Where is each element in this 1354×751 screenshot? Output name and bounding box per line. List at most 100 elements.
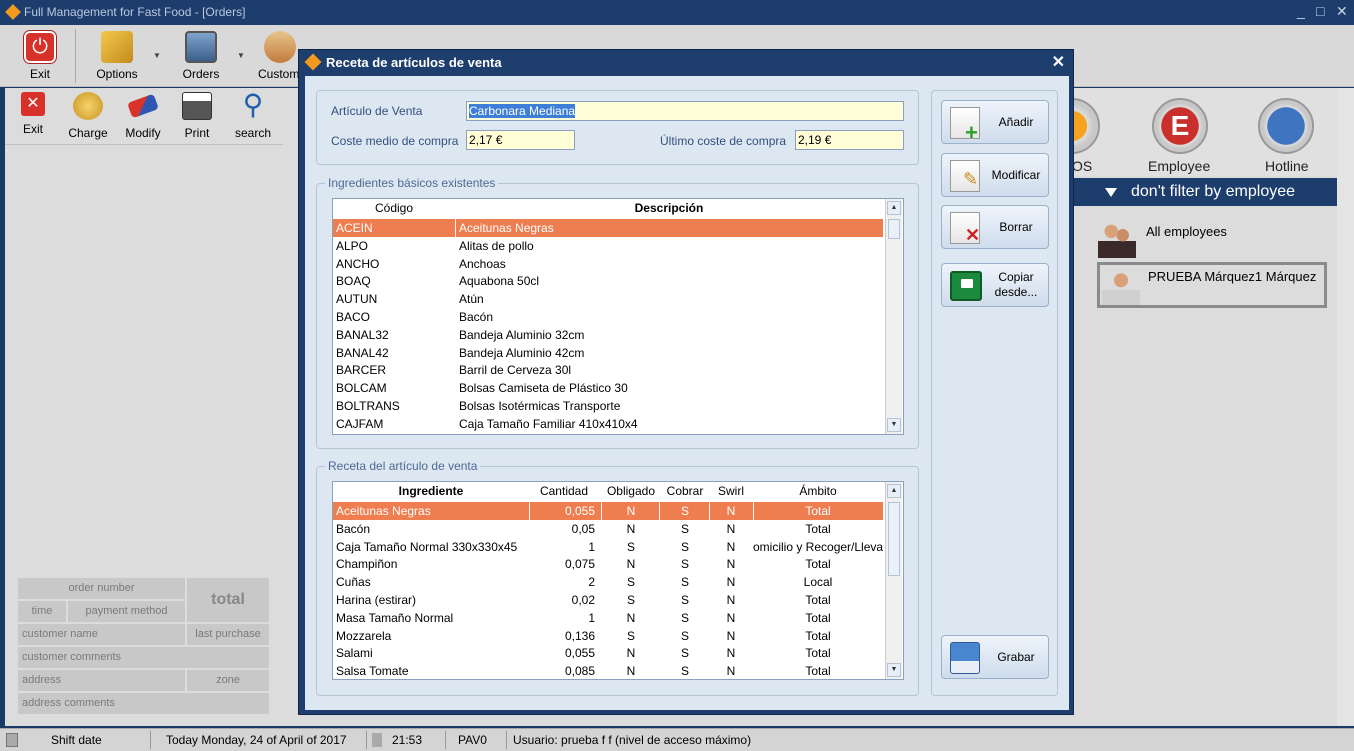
receta-row[interactable]: Salsa Tomate 0,085 N S N Total (333, 662, 883, 679)
ingrediente-row[interactable]: BANAL42 Bandeja Aluminio 42cm (333, 344, 883, 362)
col-ingrediente[interactable]: Ingrediente (333, 484, 529, 498)
exit-label: Exit (29, 67, 50, 81)
print-button[interactable]: Print (179, 92, 215, 140)
dialog-title: Receta de artículos de venta (326, 55, 502, 70)
employee-panel: OS E Employee Hotline don't filter by em… (1044, 88, 1337, 726)
dialog-close-icon[interactable]: ✕ (1052, 52, 1065, 72)
right-scrollbar[interactable] (1337, 88, 1354, 726)
receta-ambito: Local (803, 575, 833, 590)
hotline-icon[interactable] (1258, 98, 1314, 154)
options-button[interactable]: Options (94, 31, 140, 81)
col-descripcion[interactable]: Descripción (455, 201, 883, 215)
ingrediente-codigo: BACO (336, 310, 371, 324)
ingrediente-descripcion: Bandeja Aluminio 32cm (459, 327, 585, 342)
coste-medio-input[interactable]: 2,17 € (466, 130, 575, 150)
ingrediente-row[interactable]: BOLCAM Bolsas Camiseta de Plástico 30 (333, 379, 883, 397)
receta-row[interactable]: Bacón 0,05 N S N Total (333, 520, 883, 538)
receta-row[interactable]: Salami 0,055 N S N Total (333, 644, 883, 662)
coste-medio-label: Coste medio de compra (331, 134, 459, 148)
ingredientes-scrollbar[interactable]: ▲ ▼ (885, 199, 902, 434)
receta-ingrediente: Cuñas (336, 575, 371, 590)
col-swirl[interactable]: Swirl (709, 484, 753, 498)
modificar-button[interactable]: ✎ Modificar (941, 153, 1049, 197)
modify-button[interactable]: Modify (123, 92, 163, 140)
dialog-titlebar: Receta de artículos de venta ✕ (299, 50, 1073, 76)
scroll-down-icon[interactable]: ▼ (887, 663, 901, 677)
chevron-down-icon (1105, 188, 1117, 197)
scroll-thumb[interactable] (888, 502, 900, 576)
copiar-button[interactable]: Copiar desde... (941, 263, 1049, 307)
receta-ambito: Total (805, 610, 831, 625)
orders-button[interactable]: Orders (180, 31, 222, 81)
ingrediente-row[interactable]: BOLTRANS Bolsas Isotérmicas Transporte (333, 397, 883, 415)
maximize-icon[interactable]: □ (1316, 3, 1324, 19)
employee-filter-dropdown[interactable]: don't filter by employee (1070, 178, 1337, 206)
receta-obligado: N (626, 504, 636, 518)
receta-obligado: N (626, 664, 636, 679)
receta-scrollbar[interactable]: ▲ ▼ (885, 482, 902, 679)
ingrediente-row[interactable]: AUTUN Atún (333, 290, 883, 308)
receta-row[interactable]: Cuñas 2 S S N Local (333, 573, 883, 591)
receta-row[interactable]: Aceitunas Negras 0,055 N S N Total (333, 502, 883, 520)
grabar-button[interactable]: Grabar (941, 635, 1049, 679)
receta-ingrediente: Aceitunas Negras (336, 504, 431, 518)
receta-cobrar: S (680, 593, 689, 607)
receta-obligado: S (626, 539, 635, 554)
sidebar-toolbar: ✕ Exit Charge Modify Print ⚲ search (5, 88, 283, 144)
receta-row[interactable]: Champiñon 0,075 N S N Total (333, 555, 883, 573)
col-ambito[interactable]: Ámbito (753, 484, 883, 498)
ingrediente-codigo: BOLCAM (336, 381, 387, 396)
monitor-icon (185, 31, 217, 63)
articulo-input[interactable]: Carbonara Mediana (466, 101, 904, 121)
receta-obligado: N (626, 610, 636, 625)
employee-item-all[interactable]: All employees (1098, 220, 1298, 260)
receta-row[interactable]: Caja Tamaño Normal 330x330x45 1 S S Nomicili… (333, 538, 883, 556)
orders-dropdown-icon[interactable]: ▼ (237, 51, 245, 60)
scroll-down-icon[interactable]: ▼ (887, 418, 901, 432)
address-cell: address (18, 670, 185, 691)
col-codigo[interactable]: Código (333, 201, 455, 215)
scroll-up-icon[interactable]: ▲ (887, 201, 901, 215)
anadir-button[interactable]: + Añadir (941, 100, 1049, 145)
employee-item-selected[interactable]: PRUEBA Márquez1 Márquez (1097, 262, 1327, 308)
search-button[interactable]: ⚲ search (233, 89, 273, 141)
ultimo-coste-input[interactable]: 2,19 € (795, 130, 904, 150)
exit-button[interactable]: ⏻ Exit (20, 31, 60, 81)
ingrediente-row[interactable]: ACEIN Aceitunas Negras (333, 219, 883, 237)
col-obligado[interactable]: Obligado (603, 484, 659, 498)
sidebar-exit-button[interactable]: ✕ Exit (15, 92, 51, 136)
col-cantidad[interactable]: Cantidad (529, 484, 599, 498)
group-avatar-icon (1098, 220, 1136, 258)
borrar-button[interactable]: ✕ Borrar (941, 205, 1049, 249)
ingrediente-row[interactable]: BARCER Barril de Cerveza 30l (333, 361, 883, 379)
ingrediente-descripcion: Alitas de pollo (459, 238, 534, 253)
ingrediente-row[interactable]: ANCHO Anchoas (333, 255, 883, 273)
coins-icon (73, 92, 103, 120)
ingrediente-row[interactable]: BANAL32 Bandeja Aluminio 32cm (333, 326, 883, 344)
receta-cantidad: 1 (588, 610, 595, 625)
charge-button[interactable]: Charge (67, 92, 109, 140)
employee-icon[interactable]: E (1152, 98, 1208, 154)
ingrediente-row[interactable]: CAJFAM Caja Tamaño Familiar 410x410x4 (333, 415, 883, 433)
search-icon: ⚲ (242, 89, 264, 120)
col-cobrar[interactable]: Cobrar (661, 484, 709, 498)
scroll-up-icon[interactable]: ▲ (887, 484, 901, 498)
customers-button[interactable]: Custome (258, 31, 302, 81)
close-window-icon[interactable]: ✕ (1336, 3, 1348, 20)
receta-row[interactable]: Mozzarela 0,136 S S N Total (333, 627, 883, 645)
receta-row[interactable]: Masa Tamaño Normal 1 N S N Total (333, 609, 883, 627)
modificar-label: Modificar (991, 167, 1041, 182)
scroll-thumb[interactable] (888, 219, 900, 239)
ingrediente-row[interactable]: BOAQ Aquabona 50cl (333, 272, 883, 290)
ingrediente-codigo: ANCHO (336, 256, 380, 271)
ingrediente-codigo: BANAL32 (336, 327, 389, 342)
minimize-icon[interactable]: _ (1297, 3, 1305, 19)
ingrediente-row[interactable]: BACO Bacón (333, 308, 883, 326)
receta-row[interactable]: Harina (estirar) 0,02 S S N Total (333, 591, 883, 609)
order-sidebar: ✕ Exit Charge Modify Print ⚲ search orde… (5, 88, 283, 726)
ingrediente-codigo: BOAQ (336, 274, 371, 289)
receta-header: Ingrediente Cantidad Obligado Cobrar Swi… (333, 482, 885, 500)
options-dropdown-icon[interactable]: ▼ (153, 51, 161, 60)
anadir-label: Añadir (998, 114, 1034, 129)
ingrediente-row[interactable]: ALPO Alitas de pollo (333, 237, 883, 255)
